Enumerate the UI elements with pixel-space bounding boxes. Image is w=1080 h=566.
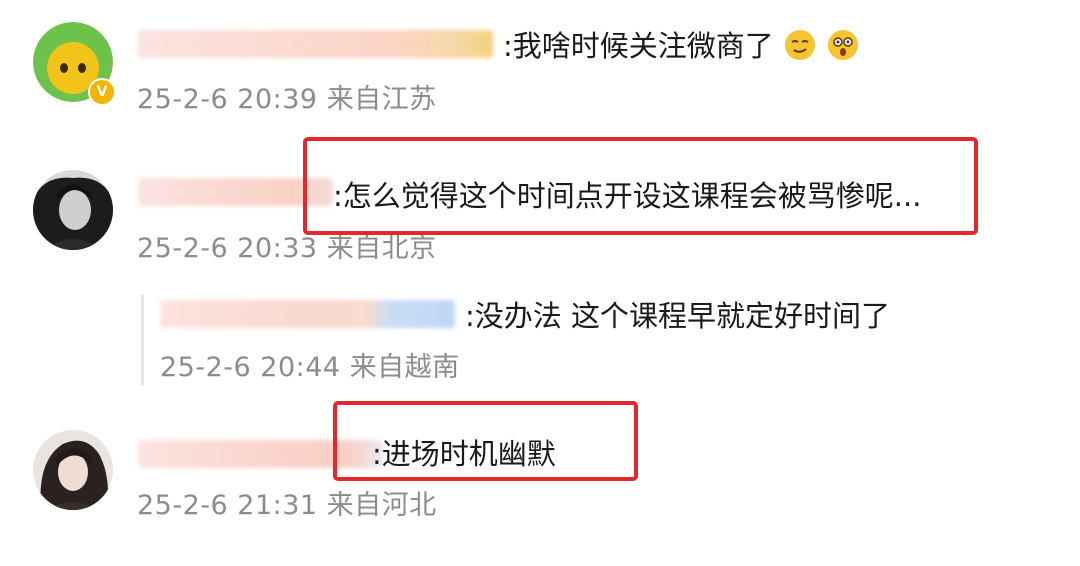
- reply-thread-line: [141, 295, 144, 385]
- comment-timestamp: 25-2-6 20:44: [160, 352, 341, 383]
- comment-location: 来自江苏: [326, 84, 437, 115]
- avatar[interactable]: [33, 430, 113, 510]
- blurred-username: [138, 30, 493, 58]
- comment-meta: 25-2-6 21:31 来自河北: [137, 489, 437, 523]
- comment-text: :我啥时候关注微商了: [503, 28, 860, 70]
- highlight-box: [303, 137, 978, 235]
- comment-timestamp: 25-2-6 21:31: [137, 490, 318, 521]
- smug-face-emoji-icon: [783, 28, 817, 70]
- comment-timestamp: 25-2-6 20:33: [137, 233, 318, 264]
- highlight-box: [333, 401, 638, 481]
- comment-timestamp: 25-2-6 20:39: [137, 84, 318, 115]
- comment-location: 来自越南: [349, 352, 460, 383]
- comment-meta: 25-2-6 20:33 来自北京: [137, 232, 437, 266]
- comment-meta: 25-2-6 20:39 来自江苏: [137, 83, 437, 117]
- avatar[interactable]: [33, 170, 113, 250]
- comment-location: 来自河北: [326, 490, 437, 521]
- verified-badge-icon: V: [88, 78, 116, 106]
- blurred-username: [160, 300, 455, 328]
- surprised-face-emoji-icon: [826, 28, 860, 70]
- comment-meta: 25-2-6 20:44 来自越南: [160, 351, 460, 385]
- comment-text: :没办法 这个课程早就定好时间了: [465, 299, 890, 333]
- comment-location: 来自北京: [326, 233, 437, 264]
